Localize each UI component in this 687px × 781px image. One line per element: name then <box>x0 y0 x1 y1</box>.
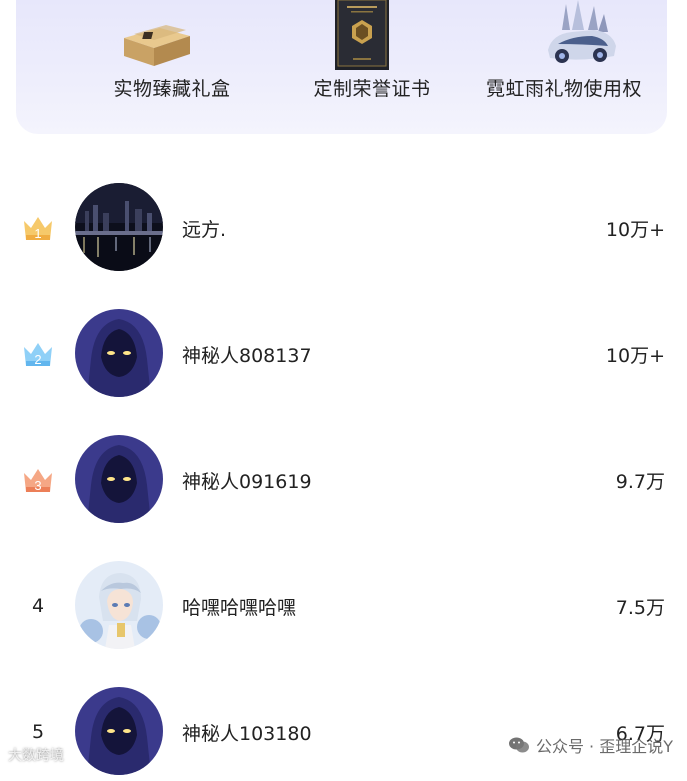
gift-box-icon <box>124 25 190 66</box>
avatar[interactable] <box>75 435 163 523</box>
avatar[interactable] <box>75 183 163 271</box>
rank-number: 4 <box>31 595 45 617</box>
reward-label: 霓虹雨礼物使用权 <box>485 78 643 100</box>
crown-silver-icon: 2 <box>24 343 52 367</box>
reward-label: 实物臻藏礼盒 <box>113 78 231 100</box>
score: 10万+ <box>605 345 665 367</box>
reward-label: 定制荣誉证书 <box>313 78 431 100</box>
score: 7.5万 <box>615 597 665 619</box>
avatar[interactable] <box>75 309 163 397</box>
svg-text:3: 3 <box>34 478 41 493</box>
rank-number: 5 <box>31 721 45 743</box>
user-name: 哈嘿哈嘿哈嘿 <box>182 597 297 619</box>
watermark-left: 大数跨境 <box>8 748 64 764</box>
user-name: 神秘人091619 <box>182 471 312 493</box>
watermark-right: 公众号 · 歪理企说Y <box>508 733 673 757</box>
score: 10万+ <box>605 219 665 241</box>
leaderboard-row[interactable]: 3 神秘人091619 9.7万 <box>0 429 687 529</box>
leaderboard-row[interactable]: 4 哈嘿哈嘿哈嘿 7.5万 <box>0 555 687 655</box>
leaderboard-row[interactable]: 5 神秘人103180 6.7万 <box>0 681 687 781</box>
svg-text:1: 1 <box>34 226 41 241</box>
leaderboard-row[interactable]: 1 远方. 10万+ <box>0 177 687 277</box>
svg-text:2: 2 <box>34 352 41 367</box>
avatar[interactable] <box>75 561 163 649</box>
certificate-icon <box>335 0 389 70</box>
crown-gold-icon: 1 <box>24 217 52 241</box>
wechat-icon <box>508 737 529 753</box>
user-name: 神秘人808137 <box>182 345 312 367</box>
leaderboard-row[interactable]: 2 神秘人808137 10万+ <box>0 303 687 403</box>
crown-bronze-icon: 3 <box>24 469 52 493</box>
watermark-text: 公众号 · 歪理企说Y <box>535 737 673 756</box>
user-name: 远方. <box>182 219 227 241</box>
user-name: 神秘人103180 <box>182 723 312 745</box>
score: 9.7万 <box>615 471 665 493</box>
neon-car-icon <box>548 0 616 63</box>
avatar[interactable] <box>75 687 163 775</box>
rewards-panel: 实物臻藏礼盒 定制荣誉证书 霓虹雨礼物使用权 <box>16 0 667 134</box>
